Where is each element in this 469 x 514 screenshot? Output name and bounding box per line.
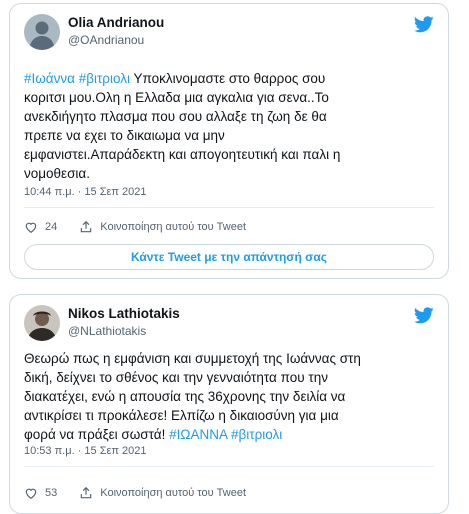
tweet-text-line: κοριτσι μου.Ολη η Ελλαδα μια αγκαλια για… [24,90,329,105]
like-count: 24 [45,221,58,233]
share-link[interactable]: Κοινοποίηση αυτού του Tweet [100,487,246,499]
share-icon[interactable] [79,220,93,234]
reply-button[interactable]: Κάντε Tweet με την απάντησή σας [24,244,434,270]
tweet-text-line: δική, δείχνει το σθένος και την γενναιότ… [24,370,328,385]
author-name[interactable]: Nikos Lathiotakis [68,306,180,321]
tweet-text-line: εμφανιστει.Απαράδεκτη και απογοητευτική … [24,147,341,162]
share-icon[interactable] [79,486,93,500]
author-handle[interactable]: @OAndrianou [68,33,144,47]
tweet-text-line: Θεωρώ πως η εμφάνιση και συμμετοχή της Ι… [24,351,361,366]
heart-icon[interactable] [24,486,38,500]
hashtag-link[interactable]: #βιτριολι [79,71,130,86]
tweet-text-line: πρεπε να εχει το δικαιωμα να μην [24,128,225,143]
tweet-text-line: διακατέχει, ενώ η απουσία της 36χρονης τ… [24,389,346,404]
twitter-bird-icon[interactable] [414,307,434,324]
tweet-text-line: φορά να πράξει σωστά! [24,427,166,442]
tweet-text-line: ανεκδιήγητο πλασμα που σου αλλαξε τη ζωη… [24,109,327,124]
tweet-text: #Ιωάννα #βιτριολι Υποκλινομαστε στο θαρρ… [24,69,434,183]
tweet-text-line: νομοθεσια. [24,166,90,181]
tweet-actions: 24 Κοινοποίηση αυτού του Tweet [24,218,246,236]
tweet-text-line: Υποκλινομαστε στο θαρρος σου [133,71,326,86]
profile-photo-icon[interactable] [24,305,60,341]
divider [24,207,434,208]
tweet-timestamp[interactable]: 10:53 π.μ. · 15 Σεπ 2021 [24,445,147,457]
heart-icon[interactable] [24,220,38,234]
like-count: 53 [45,487,58,499]
tweet-card[interactable]: Olia Andrianou @OAndrianou #Ιωάννα #βιτρ… [9,3,449,279]
tweet-text-line: αντικρίσει τι προκάλεσε! Ελπίζω η δικαιο… [24,408,339,423]
tweet-timestamp[interactable]: 10:44 π.μ. · 15 Σεπ 2021 [24,186,147,198]
hashtag-link[interactable]: #βιτριολι [231,427,282,442]
author-handle[interactable]: @NLathiotakis [68,324,146,338]
hashtag-link[interactable]: #ΙΩΑΝΝΑ [169,427,227,442]
hashtag-link[interactable]: #Ιωάννα [24,71,75,86]
tweet-text: Θεωρώ πως η εμφάνιση και συμμετοχή της Ι… [24,349,434,444]
twitter-bird-icon[interactable] [414,16,434,33]
share-link[interactable]: Κοινοποίηση αυτού του Tweet [100,221,246,233]
tweet-actions: 53 Κοινοποίηση αυτού του Tweet [24,484,246,502]
author-name[interactable]: Olia Andrianou [68,15,164,30]
default-avatar-icon[interactable] [24,14,60,50]
tweet-card[interactable]: Nikos Lathiotakis @NLathiotakis Θεωρώ πω… [9,294,449,514]
divider [24,466,434,467]
